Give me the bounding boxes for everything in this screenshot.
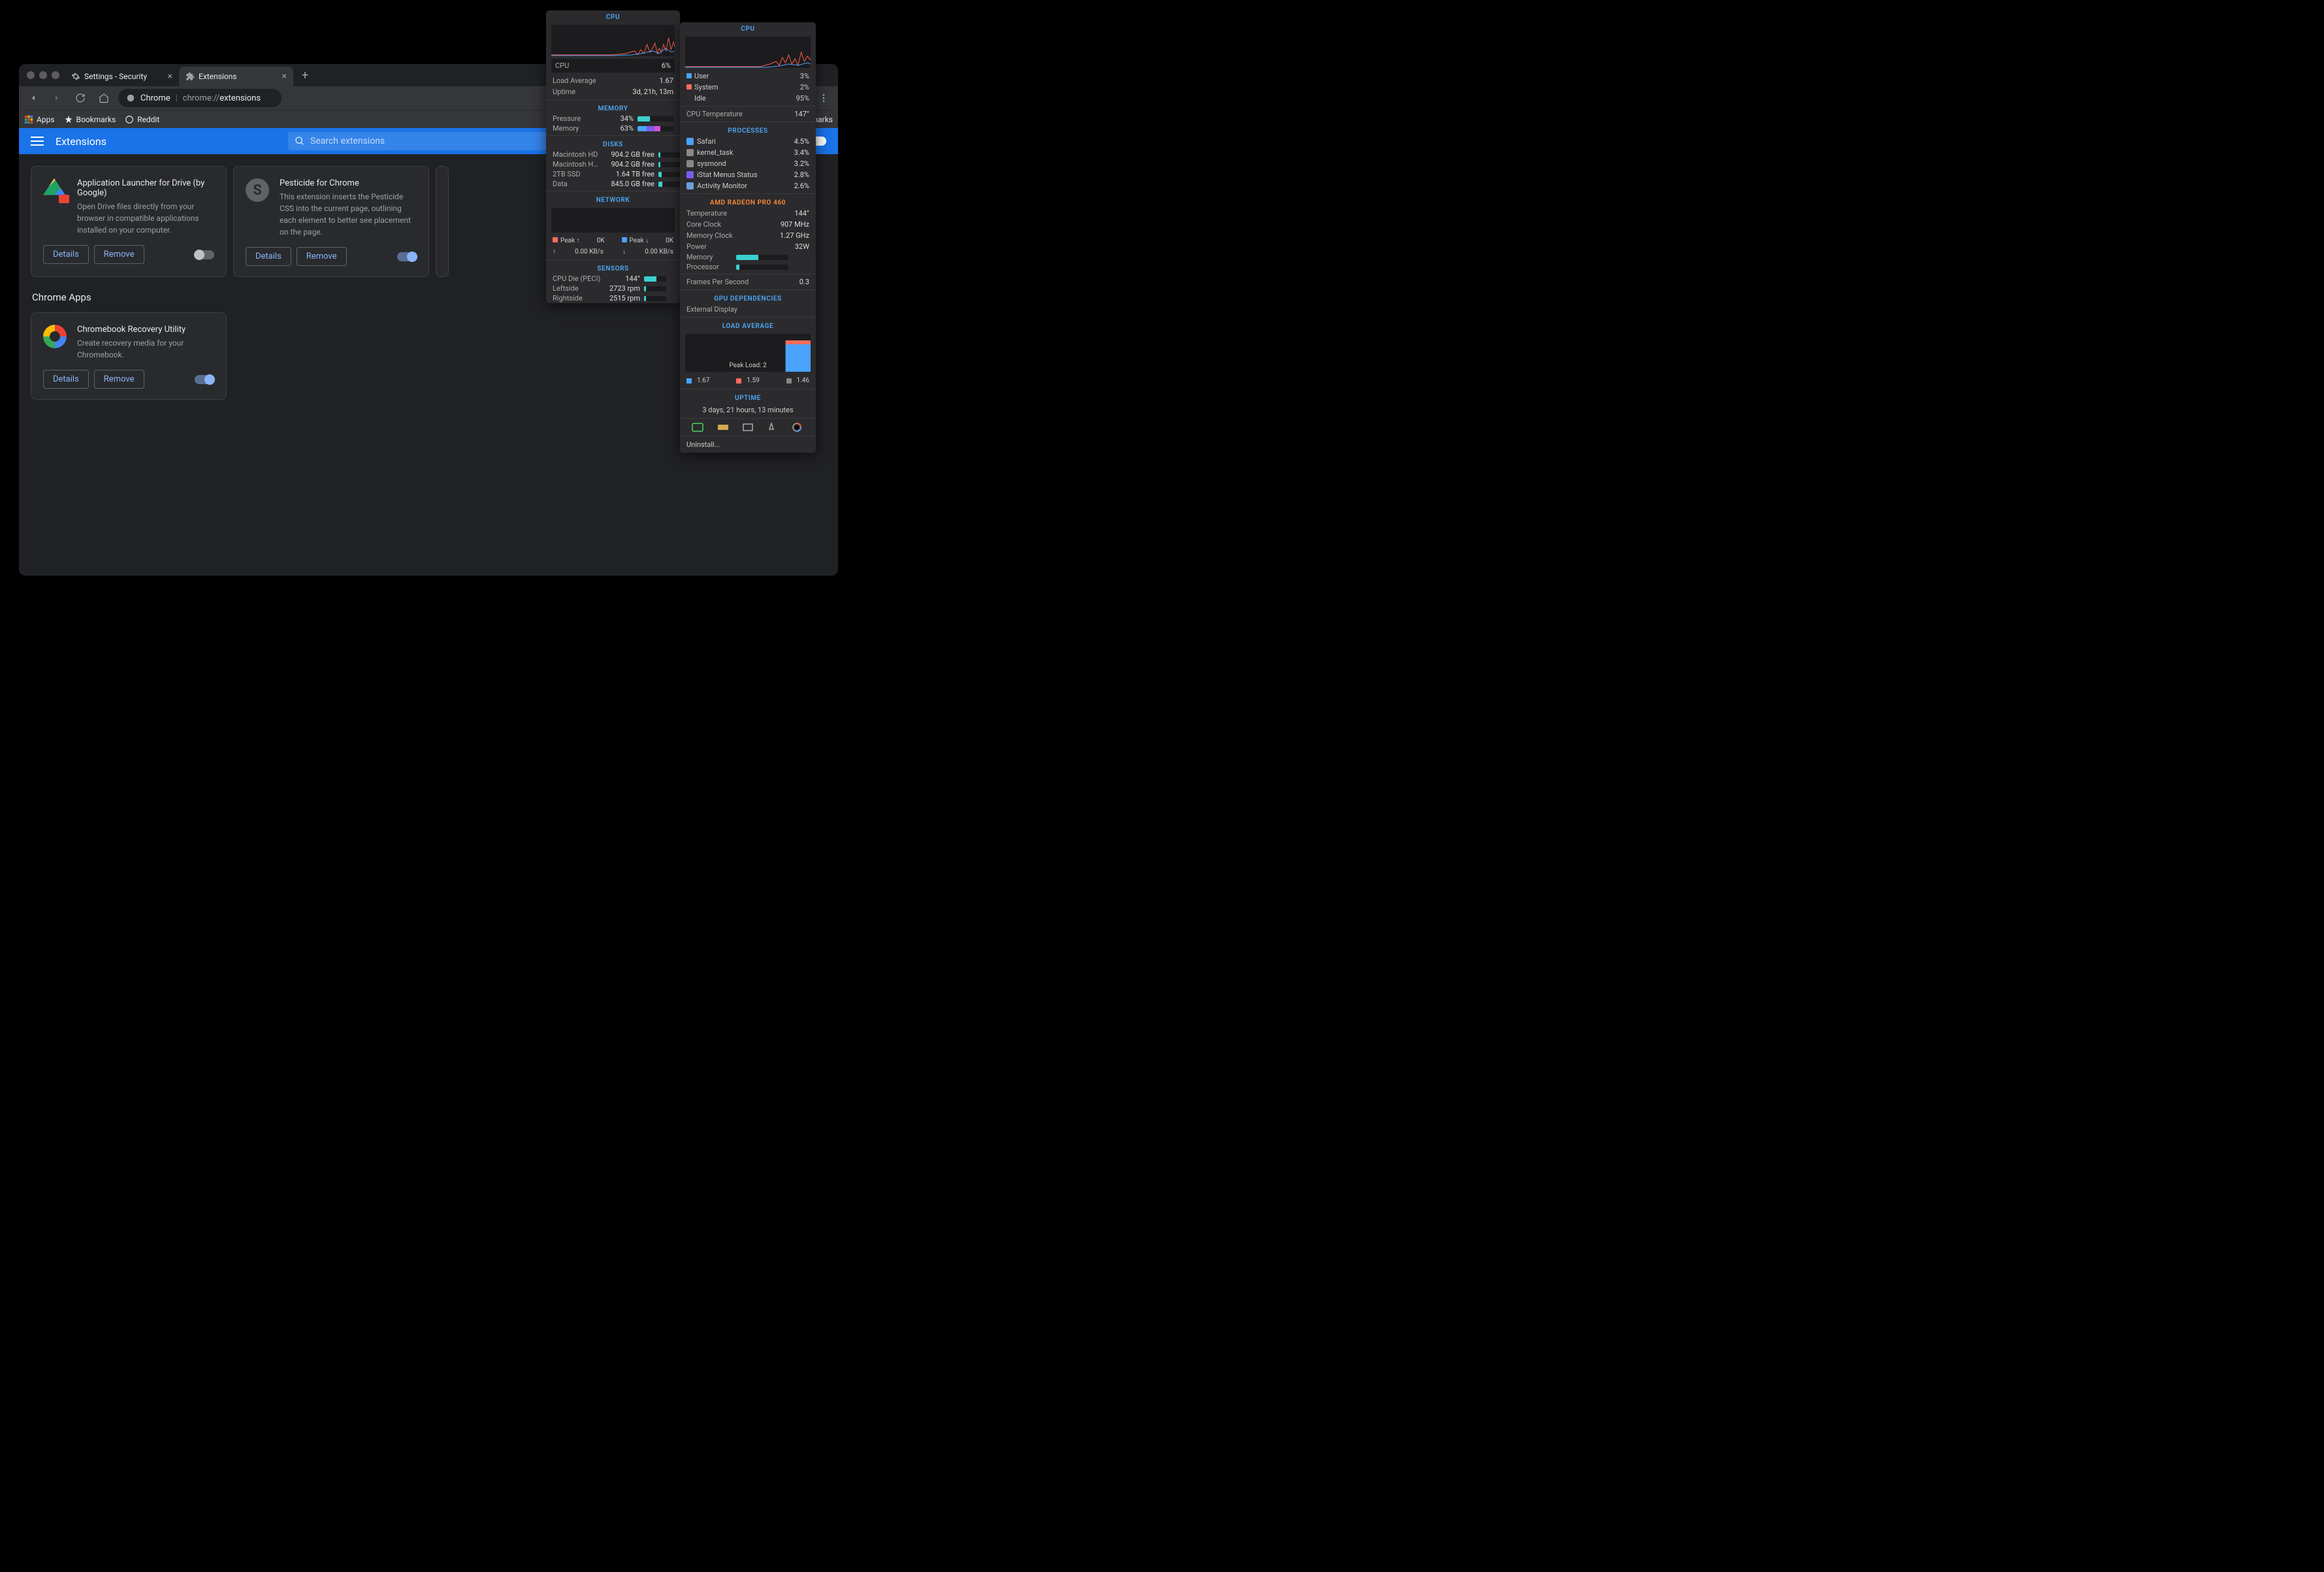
url-scheme: Chrome xyxy=(140,93,170,103)
extension-card: S Pesticide for Chrome This extension in… xyxy=(233,166,429,277)
process-icon xyxy=(686,149,694,156)
maximize-window-button[interactable] xyxy=(52,71,59,79)
cpu-pct: 6% xyxy=(662,61,671,70)
search-input[interactable] xyxy=(310,136,562,146)
pesticide-icon: S xyxy=(246,178,269,202)
site-info-icon[interactable] xyxy=(126,93,135,103)
panel-footer xyxy=(680,418,816,436)
drive-icon xyxy=(43,178,67,202)
process-row[interactable]: sysmond3.2% xyxy=(680,158,816,169)
cpu-graph[interactable] xyxy=(551,25,675,56)
details-button[interactable]: Details xyxy=(246,247,291,266)
process-icon xyxy=(686,182,694,189)
new-tab-button[interactable]: + xyxy=(297,67,313,83)
remove-button[interactable]: Remove xyxy=(94,370,144,389)
extension-name: Application Launcher for Drive (by Googl… xyxy=(77,178,214,198)
bookmark-bookmarks[interactable]: Bookmarks xyxy=(64,115,116,124)
process-row[interactable]: kernel_task3.4% xyxy=(680,147,816,158)
enable-toggle[interactable] xyxy=(195,375,214,384)
gpu-tab-icon[interactable] xyxy=(792,423,804,432)
forward-button[interactable] xyxy=(48,89,66,107)
process-icon xyxy=(686,138,694,145)
extension-description: This extension inserts the Pesticide CSS… xyxy=(280,191,417,238)
remove-button[interactable]: Remove xyxy=(94,245,144,264)
gear-icon xyxy=(71,72,80,81)
sensor-tab-icon[interactable] xyxy=(767,423,779,432)
menu-icon[interactable] xyxy=(31,136,44,146)
enable-toggle[interactable] xyxy=(397,252,417,261)
process-row[interactable]: Safari4.5% xyxy=(680,136,816,147)
uninstall-link[interactable]: Uninstall... xyxy=(680,436,816,453)
network-graph[interactable] xyxy=(551,208,675,233)
puzzle-icon xyxy=(186,72,195,81)
process-row[interactable]: Activity Monitor2.6% xyxy=(680,180,816,191)
bookmark-reddit[interactable]: Reddit xyxy=(125,115,159,124)
extension-name: Pesticide for Chrome xyxy=(280,178,417,188)
cpu-tab-icon[interactable] xyxy=(692,423,703,432)
close-window-button[interactable] xyxy=(27,71,35,79)
process-row[interactable]: iStat Menus Status2.8% xyxy=(680,169,816,180)
apps-grid-icon xyxy=(24,115,33,124)
star-icon xyxy=(64,115,73,124)
details-button[interactable]: D xyxy=(448,218,449,237)
istat-panel-compact: CPU CPU 6% Load Average1.67 Uptime3d, 21… xyxy=(546,10,680,303)
cpu-header: CPU xyxy=(546,10,680,22)
cpu-graph[interactable] xyxy=(685,37,811,68)
back-button[interactable] xyxy=(24,89,42,107)
reload-button[interactable] xyxy=(71,89,89,107)
app-name: Chromebook Recovery Utility xyxy=(77,325,214,335)
address-bar[interactable]: Chrome | chrome://extensions xyxy=(118,89,282,107)
tab-settings-security[interactable]: Settings - Security × xyxy=(65,67,179,86)
home-button[interactable] xyxy=(95,89,113,107)
search-box[interactable] xyxy=(288,132,569,150)
minimize-window-button[interactable] xyxy=(39,71,47,79)
extension-card: Application Launcher for Drive (by Googl… xyxy=(31,166,227,277)
memory-tab-icon[interactable] xyxy=(717,423,729,432)
window-controls xyxy=(24,71,65,79)
tab-extensions[interactable]: Extensions × xyxy=(179,67,293,86)
close-tab-icon[interactable]: × xyxy=(282,71,287,82)
close-tab-icon[interactable]: × xyxy=(168,71,172,82)
app-description: Create recovery media for your Chromeboo… xyxy=(77,337,214,361)
load-graph[interactable]: Peak Load: 2 xyxy=(685,334,811,372)
enable-toggle[interactable] xyxy=(195,250,214,259)
istat-panel-detail: CPU User3% System2% Idle95% CPU Temperat… xyxy=(680,22,816,453)
page-title: Extensions xyxy=(56,135,106,148)
tab-label: Extensions xyxy=(199,72,236,81)
recovery-icon xyxy=(43,325,67,348)
remove-button[interactable]: Remove xyxy=(297,247,347,266)
details-button[interactable]: Details xyxy=(43,245,89,264)
process-icon xyxy=(686,171,694,178)
extension-description: Open Drive files directly from your brow… xyxy=(77,201,214,236)
tab-label: Settings - Security xyxy=(84,72,147,81)
apps-shortcut[interactable]: Apps xyxy=(24,115,55,124)
disk-tab-icon[interactable] xyxy=(742,423,754,432)
details-button[interactable]: Details xyxy=(43,370,89,389)
search-icon xyxy=(295,136,305,146)
process-icon xyxy=(686,160,694,167)
reddit-icon xyxy=(125,115,134,124)
menu-button[interactable] xyxy=(815,89,833,107)
extension-card-partial: D xyxy=(436,166,449,277)
app-card: Chromebook Recovery Utility Create recov… xyxy=(31,312,227,400)
